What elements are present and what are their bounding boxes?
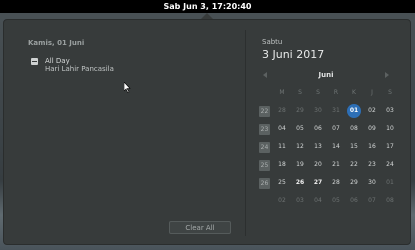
calendar-day[interactable]: 02 xyxy=(275,194,289,208)
calendar-day[interactable]: 03 xyxy=(293,194,307,208)
calendar-day[interactable]: 04 xyxy=(311,194,325,208)
calendar-day[interactable]: 31 xyxy=(329,104,343,118)
day-header: M xyxy=(279,89,285,96)
week-number: 25 xyxy=(259,159,270,171)
calendar-day[interactable]: 11 xyxy=(275,140,289,154)
calendar-day[interactable]: 24 xyxy=(383,158,397,172)
top-bar-clock[interactable]: Sab Jun 3, 17:20:40 xyxy=(0,0,415,13)
selected-weekday: Sabtu xyxy=(262,38,283,46)
calendar-event-icon xyxy=(31,58,38,65)
calendar-day[interactable]: 02 xyxy=(365,104,379,118)
day-header: S xyxy=(388,89,392,96)
calendar-day[interactable]: 20 xyxy=(311,158,325,172)
calendar-day[interactable]: 09 xyxy=(365,122,379,136)
day-header: K xyxy=(352,89,356,96)
calendar-day[interactable]: 07 xyxy=(329,122,343,136)
week-number: 23 xyxy=(259,123,270,135)
calendar-day[interactable]: 28 xyxy=(329,176,343,190)
calendar-day[interactable]: 18 xyxy=(275,158,289,172)
events-date-header: Kamis, 01 Juni xyxy=(28,39,85,47)
day-header: S xyxy=(316,89,320,96)
next-month-icon[interactable] xyxy=(385,72,389,78)
day-header: S xyxy=(298,89,302,96)
event-name: Hari Lahir Pancasila xyxy=(45,65,114,73)
calendar-day[interactable]: 01 xyxy=(383,176,397,190)
calendar-day[interactable]: 10 xyxy=(383,122,397,136)
calendar-day[interactable]: 08 xyxy=(383,194,397,208)
calendar-day[interactable]: 29 xyxy=(293,104,307,118)
clear-all-button[interactable]: Clear All xyxy=(169,221,231,234)
calendar-day[interactable]: 15 xyxy=(347,140,361,154)
calendar-day[interactable]: 23 xyxy=(365,158,379,172)
week-number: 26 xyxy=(259,177,270,189)
selected-date: 3 Juni 2017 xyxy=(262,48,325,61)
calendar-day[interactable]: 03 xyxy=(383,104,397,118)
calendar-day[interactable]: 05 xyxy=(329,194,343,208)
event-time: All Day xyxy=(45,57,70,65)
calendar-day-today[interactable]: 01 xyxy=(347,104,361,118)
calendar-day[interactable]: 06 xyxy=(311,122,325,136)
calendar-day[interactable]: 14 xyxy=(329,140,343,154)
week-number: 22 xyxy=(259,105,270,117)
month-navigation: Juni xyxy=(256,69,396,81)
calendar-popup: Kamis, 01 Juni All Day Hari Lahir Pancas… xyxy=(3,19,411,245)
calendar-day[interactable]: 29 xyxy=(347,176,361,190)
calendar-day[interactable]: 26 xyxy=(293,176,307,190)
day-header: J xyxy=(371,89,373,96)
calendar-day[interactable]: 05 xyxy=(293,122,307,136)
calendar-day[interactable]: 19 xyxy=(293,158,307,172)
calendar-day[interactable]: 08 xyxy=(347,122,361,136)
calendar-day[interactable]: 16 xyxy=(365,140,379,154)
calendar-day[interactable]: 30 xyxy=(311,104,325,118)
calendar-day[interactable]: 22 xyxy=(347,158,361,172)
calendar-day[interactable]: 28 xyxy=(275,104,289,118)
calendar-day[interactable]: 04 xyxy=(275,122,289,136)
calendar-day[interactable]: 25 xyxy=(275,176,289,190)
panel-divider xyxy=(245,30,246,236)
calendar-day[interactable]: 06 xyxy=(347,194,361,208)
calendar-day[interactable]: 13 xyxy=(311,140,325,154)
day-header: R xyxy=(333,89,339,96)
calendar-day[interactable]: 17 xyxy=(383,140,397,154)
calendar-day[interactable]: 07 xyxy=(365,194,379,208)
calendar-day[interactable]: 21 xyxy=(329,158,343,172)
calendar-day[interactable]: 30 xyxy=(365,176,379,190)
week-number: 24 xyxy=(259,141,270,153)
calendar-day[interactable]: 12 xyxy=(293,140,307,154)
month-label: Juni xyxy=(318,71,334,79)
calendar-day[interactable]: 27 xyxy=(311,176,325,190)
